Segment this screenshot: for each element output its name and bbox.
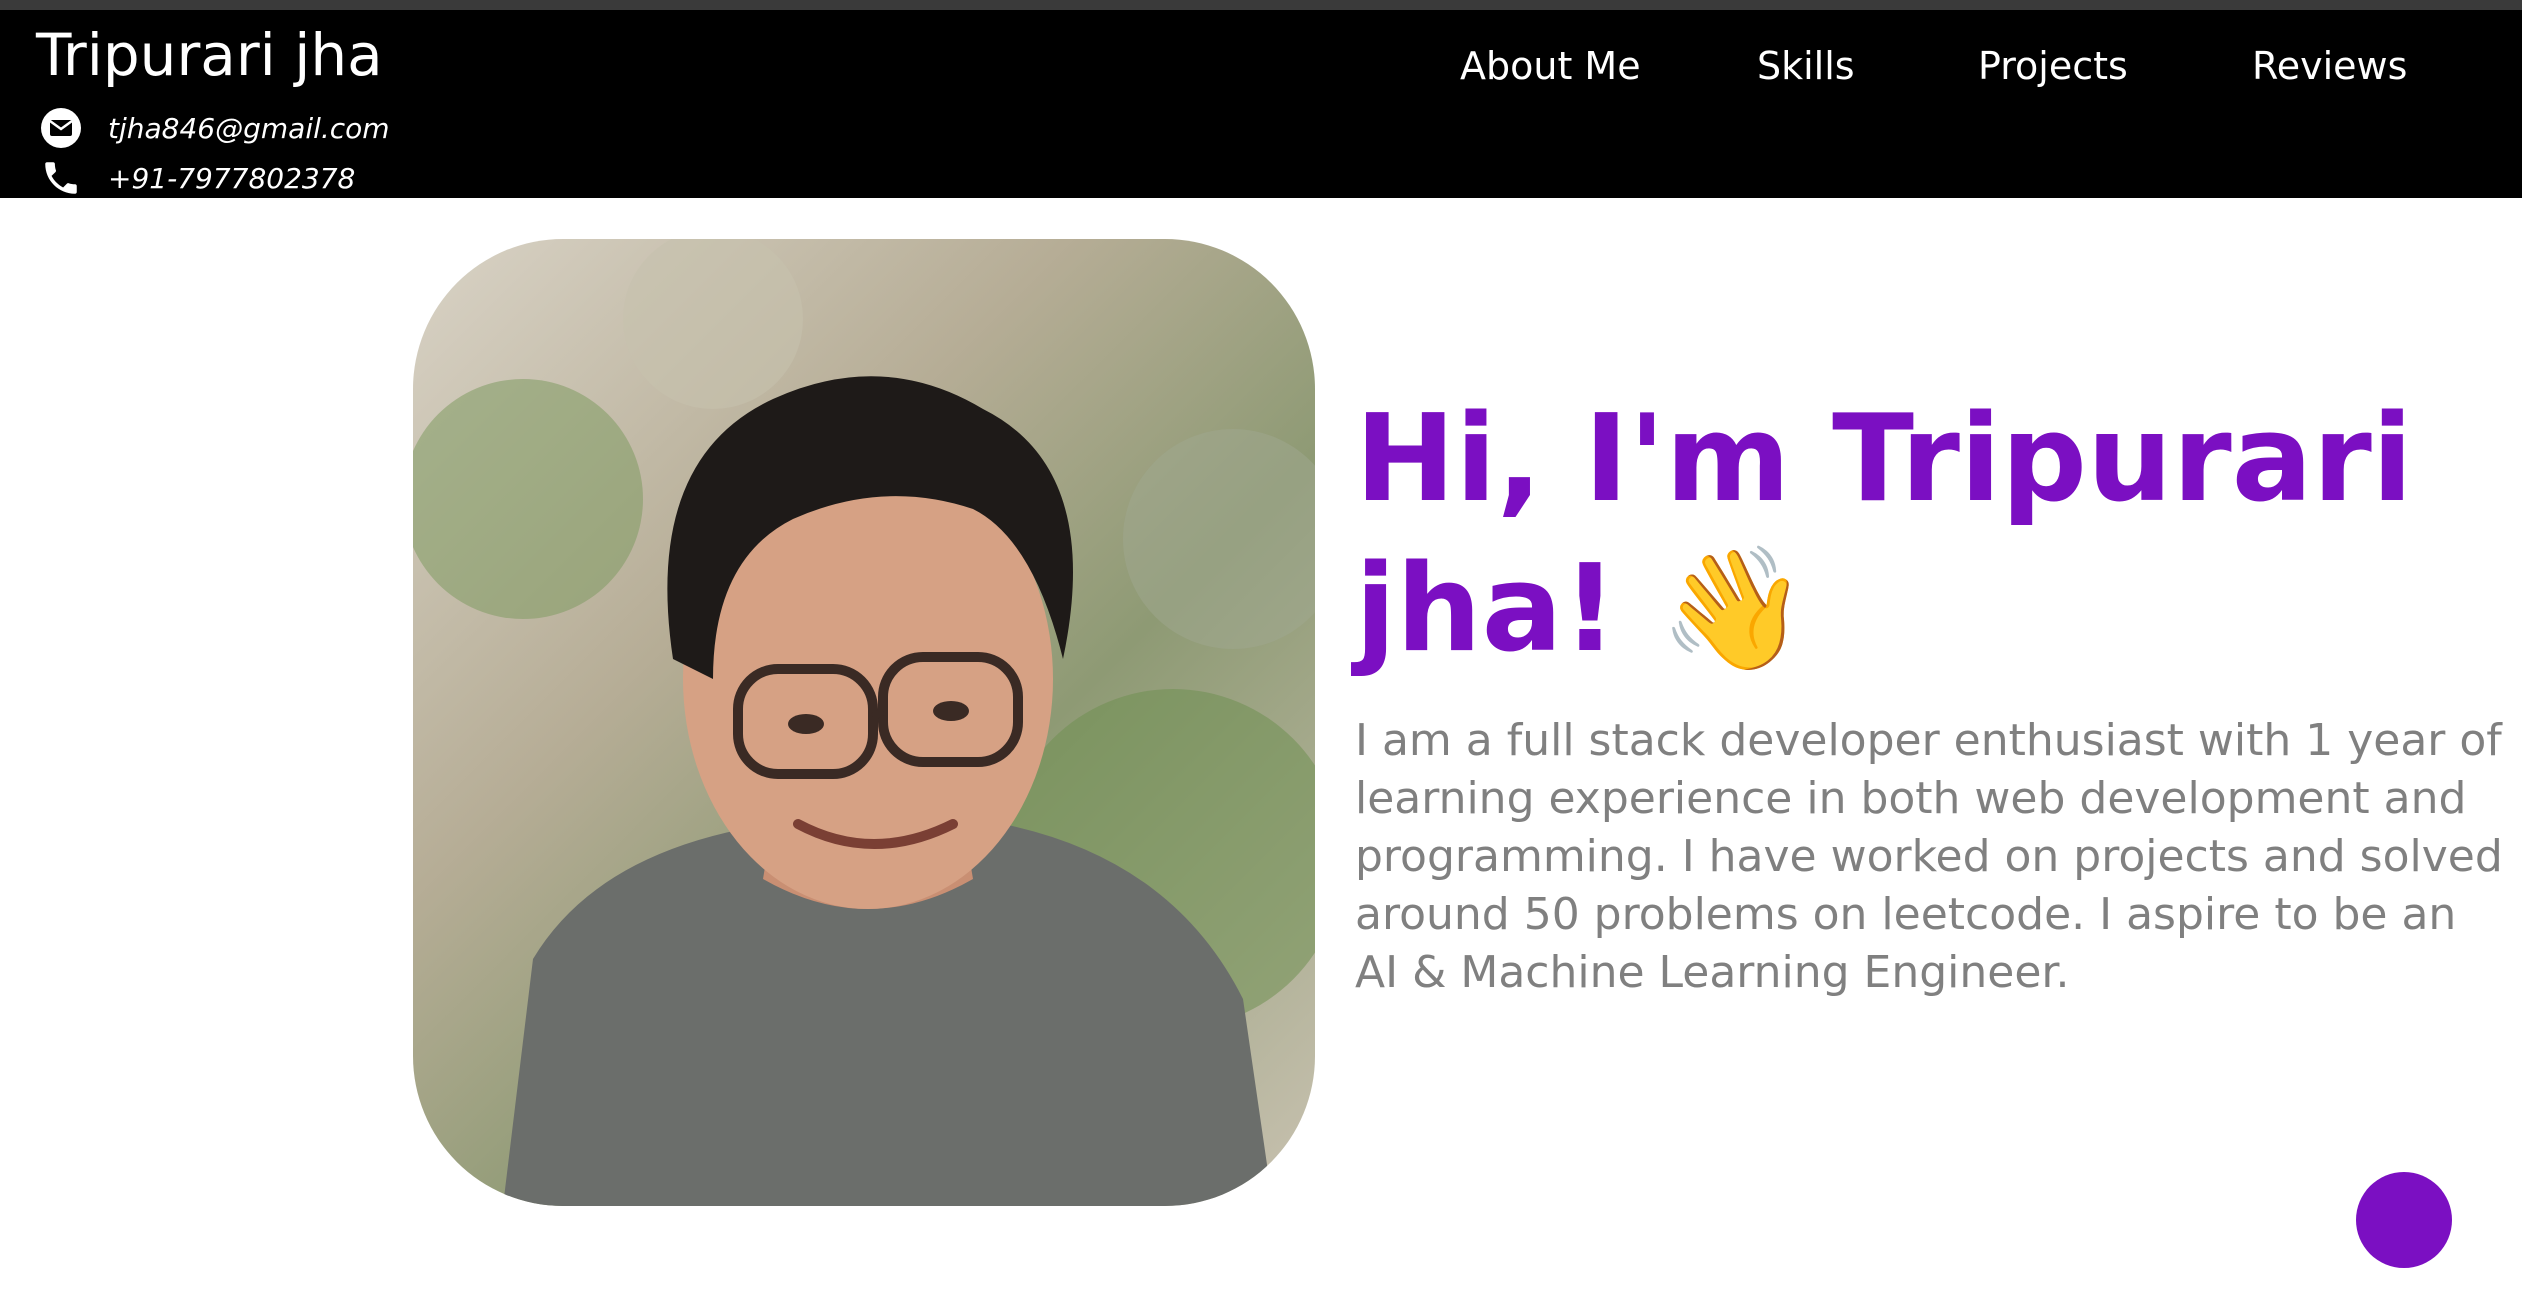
floating-action-button[interactable]: [2356, 1172, 2452, 1268]
profile-photo-illustration: [413, 239, 1315, 1206]
email-text: tjha846@gmail.com: [108, 111, 390, 145]
hero-heading: Hi, I'm Tripurari jha! 👋: [1355, 390, 2413, 679]
contact-phone[interactable]: +91-7977802378: [38, 155, 355, 201]
nav-skills[interactable]: Skills: [1757, 44, 1855, 88]
phone-icon: [38, 155, 84, 201]
mail-icon: [38, 105, 84, 151]
nav-about-me[interactable]: About Me: [1460, 44, 1641, 88]
nav-reviews[interactable]: Reviews: [2252, 44, 2407, 88]
profile-photo: [413, 239, 1315, 1206]
hero-description: I am a full stack developer enthusiast w…: [1355, 715, 2503, 998]
navbar: Tripurari jha tjha846@gmail.com +91-7977…: [0, 10, 2522, 198]
nav-projects[interactable]: Projects: [1978, 44, 2128, 88]
browser-top-strip: [0, 0, 2522, 10]
contact-email[interactable]: tjha846@gmail.com: [38, 105, 390, 151]
phone-text: +91-7977802378: [108, 161, 356, 195]
site-brand[interactable]: Tripurari jha: [36, 26, 383, 84]
